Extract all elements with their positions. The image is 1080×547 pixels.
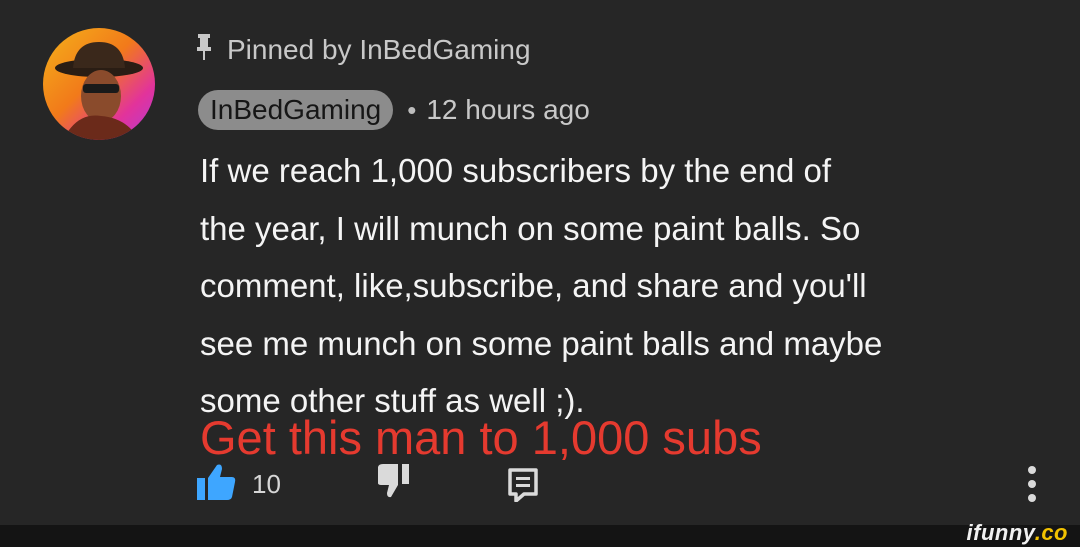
comment-line: the year, I will munch on some paint bal… <box>200 209 861 247</box>
watermark-main: ifunny <box>966 520 1035 545</box>
more-options-button[interactable] <box>1020 462 1044 506</box>
thumbs-up-icon <box>196 463 236 506</box>
like-button[interactable]: 10 <box>196 460 281 508</box>
watermark-suffix: .co <box>1034 520 1068 545</box>
bottom-bar <box>0 525 1080 547</box>
comment-line: comment, like,subscribe, and share and y… <box>200 267 867 304</box>
comment-line: If we reach 1,000 subscribers by the end… <box>200 152 832 189</box>
comment-text: If we reach 1,000 subscribers by the end… <box>200 142 1060 430</box>
like-count: 10 <box>252 468 281 499</box>
reply-button[interactable] <box>508 468 538 507</box>
thumbs-down-icon <box>377 464 410 502</box>
more-vert-icon <box>1020 466 1044 510</box>
author-name-chip[interactable]: InBedGaming <box>198 90 394 130</box>
dislike-button[interactable] <box>377 464 410 503</box>
ifunny-watermark: ifunny.co <box>967 520 1068 546</box>
comment-timestamp[interactable]: 12 hours ago <box>426 94 589 126</box>
comment-line: see me munch on some paint balls and may… <box>200 324 883 362</box>
meta-separator: • <box>407 94 417 125</box>
author-avatar[interactable] <box>43 28 155 140</box>
comment-meta: InBedGaming • 12 hours ago <box>198 88 590 132</box>
pin-icon <box>197 33 211 67</box>
overlay-caption: Get this man to 1,000 subs <box>200 411 762 464</box>
pinned-text: Pinned by InBedGaming <box>227 34 531 65</box>
pinned-label: Pinned by InBedGaming <box>197 30 531 70</box>
comment-actions: 10 <box>196 460 1056 508</box>
reply-icon <box>508 468 538 506</box>
